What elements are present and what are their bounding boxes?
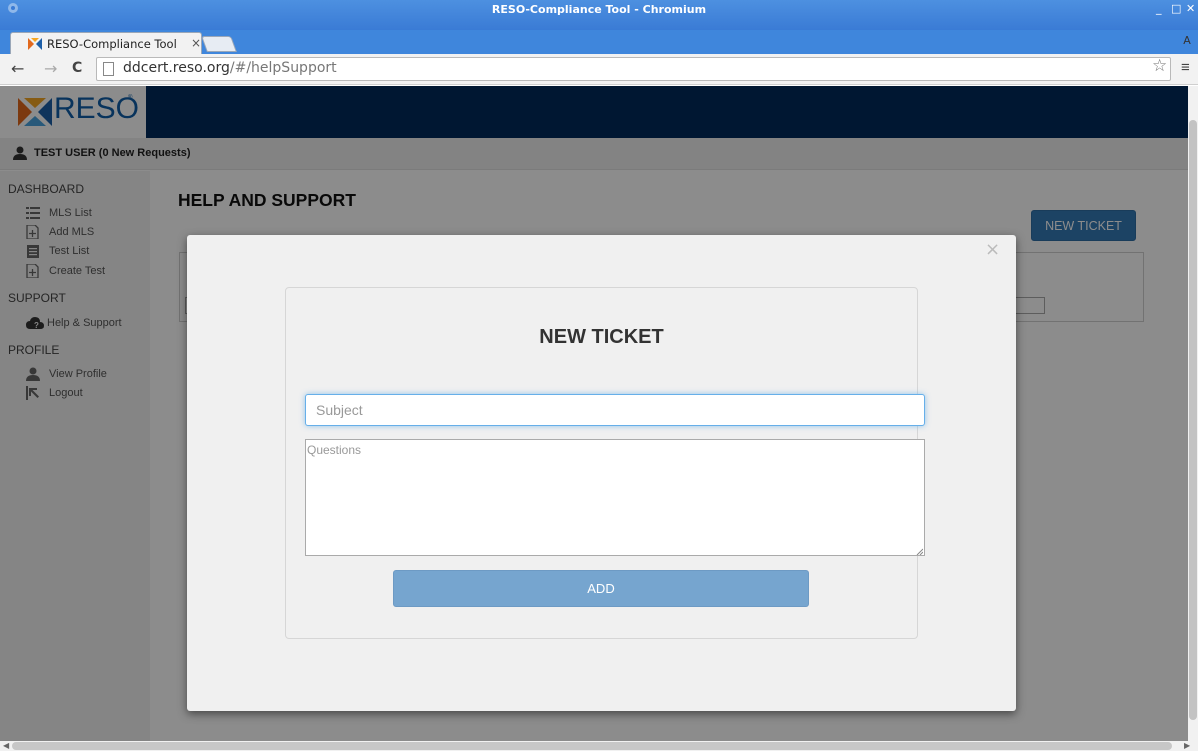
- new-ticket-form: NEW TICKET ADD: [285, 287, 925, 639]
- maximize-button[interactable]: □: [1171, 2, 1181, 15]
- forward-arrow-icon[interactable]: →: [44, 59, 57, 78]
- tab-title: RESO-Compliance Tool: [47, 37, 177, 51]
- reso-favicon-icon: [28, 38, 42, 50]
- bookmark-star-icon[interactable]: ☆: [1152, 56, 1167, 76]
- add-button[interactable]: ADD: [393, 570, 809, 607]
- url-text: ddcert.reso.org/#/helpSupport: [123, 60, 337, 76]
- vertical-scroll-thumb[interactable]: [1189, 120, 1197, 720]
- tab-close-icon[interactable]: ×: [191, 36, 201, 50]
- page-icon: [103, 62, 114, 76]
- address-bar[interactable]: ddcert.reso.org/#/helpSupport: [96, 57, 1171, 81]
- back-arrow-icon[interactable]: ←: [11, 59, 24, 78]
- window-title: RESO-Compliance Tool - Chromium: [491, 3, 707, 16]
- minimize-button[interactable]: _: [1156, 2, 1162, 15]
- horizontal-scroll-thumb[interactable]: [12, 742, 1172, 750]
- new-ticket-modal: × NEW TICKET ADD: [187, 235, 1016, 711]
- url-path: /#/helpSupport: [229, 60, 337, 76]
- vertical-scrollbar[interactable]: [1188, 86, 1198, 741]
- window-titlebar: RESO-Compliance Tool - Chromium _ □ ✕: [0, 0, 1198, 30]
- subject-input[interactable]: [305, 394, 925, 426]
- browser-menu-icon[interactable]: ≡: [1181, 59, 1190, 76]
- url-domain: ddcert.reso.org: [123, 60, 230, 76]
- resize-grip-icon[interactable]: [915, 547, 923, 555]
- scroll-left-arrow-icon[interactable]: ◀: [3, 741, 9, 750]
- close-window-button[interactable]: ✕: [1186, 2, 1195, 15]
- modal-close-icon[interactable]: ×: [985, 239, 1000, 260]
- tab-strip: RESO-Compliance Tool × A: [0, 30, 1198, 55]
- questions-textarea[interactable]: [305, 439, 925, 556]
- modal-title: NEW TICKET: [539, 326, 664, 348]
- scroll-right-arrow-icon[interactable]: ▶: [1184, 741, 1190, 750]
- horizontal-scrollbar[interactable]: ◀ ▶: [0, 741, 1198, 751]
- reload-icon[interactable]: C: [72, 60, 82, 76]
- browser-tab[interactable]: RESO-Compliance Tool ×: [10, 32, 202, 55]
- new-tab-button[interactable]: [201, 36, 237, 52]
- browser-toolbar: ← → C ddcert.reso.org/#/helpSupport ☆ ≡: [0, 54, 1198, 85]
- profile-icon[interactable]: A: [1180, 34, 1194, 48]
